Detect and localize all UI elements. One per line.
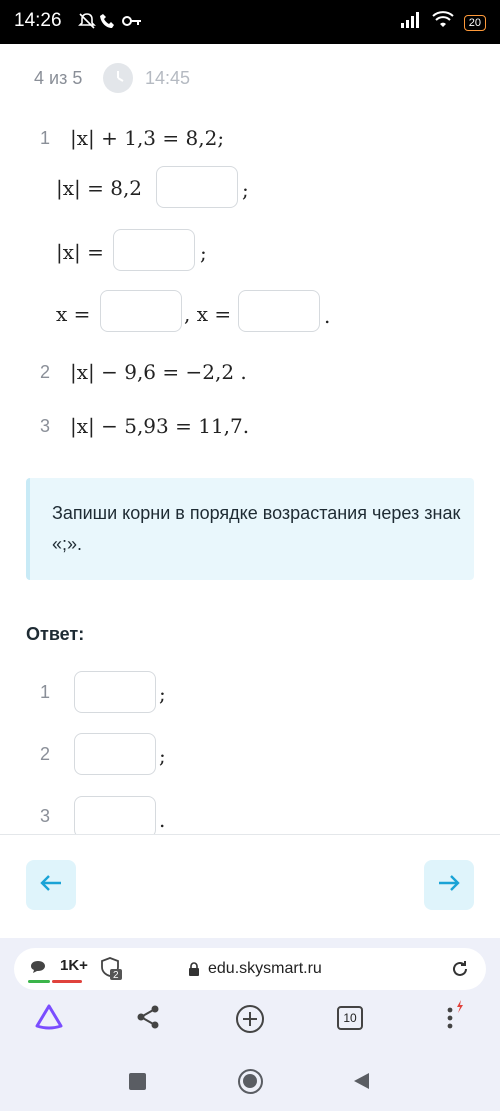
step3-input-first[interactable] [100, 290, 182, 332]
answer-end-3: . [159, 808, 166, 832]
answer-input-3[interactable] [74, 796, 156, 834]
task-number-2: 2 [40, 362, 51, 382]
step3-separator: , x = [184, 302, 232, 326]
step3-period: . [324, 304, 331, 328]
answer-end-2: ; [159, 744, 166, 768]
step1-expression: |x| = 8,2 [56, 176, 143, 200]
alice-icon[interactable] [34, 1002, 64, 1037]
tab-badge: 2 [113, 970, 119, 981]
forward-button[interactable] [424, 860, 474, 910]
likes-bar-red [52, 980, 82, 983]
step2-input[interactable] [113, 229, 195, 271]
answer-input-1[interactable] [74, 671, 156, 713]
divider [0, 834, 500, 835]
status-time: 14:26 [14, 10, 62, 31]
home-button[interactable] [238, 1069, 263, 1094]
arrow-right-icon [437, 874, 461, 897]
menu-icon[interactable] [440, 998, 468, 1037]
step2-expression: |x| = [56, 240, 104, 264]
answer-end-1: ; [159, 682, 166, 706]
step1-semicolon: ; [242, 178, 249, 202]
step3-input-second[interactable] [238, 290, 320, 332]
equation-3: |x| − 5,93 = 11,7. [70, 414, 250, 438]
equation-1: |x| + 1,3 = 8,2; [70, 126, 225, 150]
address-bar[interactable]: 1K+ 2 edu.skysmart.ru [14, 948, 486, 990]
url-text[interactable]: edu.skysmart.ru [208, 960, 322, 978]
new-tab-icon[interactable] [234, 1003, 266, 1040]
answer-number-2: 2 [40, 744, 51, 764]
answer-number-3: 3 [40, 806, 51, 826]
share-icon[interactable] [135, 1004, 161, 1035]
mute-icon [78, 11, 96, 31]
answer-number-1: 1 [40, 682, 51, 702]
phone-icon [100, 11, 116, 31]
equation-2: |x| − 9,6 = −2,2 . [70, 360, 247, 384]
status-bar: 14:26 20 [0, 0, 500, 44]
task-header: 4 из 5 14:45 [0, 44, 500, 114]
task-number-1: 1 [40, 128, 51, 148]
hint-box: Запиши корни в порядке возрастания через… [26, 478, 474, 580]
timer: 14:45 [145, 68, 191, 88]
answer-input-2[interactable] [74, 733, 156, 775]
arrow-left-icon [39, 874, 63, 897]
recents-button[interactable] [129, 1073, 146, 1090]
lock-icon [188, 962, 200, 981]
likes-count: 1K+ [60, 957, 88, 974]
wifi-icon [432, 11, 454, 34]
step2-semicolon: ; [200, 241, 207, 265]
hint-text: Запиши корни в порядке возрастания через… [52, 503, 461, 554]
tabs-count-button[interactable]: 10 [337, 1006, 363, 1030]
comment-icon [30, 960, 46, 979]
step3-expression: x = [56, 302, 91, 326]
back-nav-button[interactable] [352, 1072, 370, 1095]
browser-bar: 1K+ 2 edu.skysmart.ru 10 [0, 938, 500, 1050]
shield-icon[interactable]: 2 [98, 956, 124, 987]
reload-icon[interactable] [450, 959, 470, 984]
answer-title: Ответ: [26, 624, 85, 644]
exercise-content: 1 |x| + 1,3 = 8,2; |x| = 8,2 ; |x| = ; x… [0, 114, 500, 834]
likes-bar-green [28, 980, 50, 983]
clock-icon [103, 63, 133, 93]
battery-level: 20 [468, 16, 481, 29]
home-dot [243, 1074, 257, 1088]
battery-icon: 20 [463, 14, 486, 31]
key-icon [122, 11, 142, 31]
task-progress: 4 из 5 [34, 68, 83, 88]
back-button[interactable] [26, 860, 76, 910]
signal-icon [400, 11, 422, 34]
step1-input[interactable] [156, 166, 238, 208]
tabs-count: 10 [343, 1011, 357, 1025]
task-number-3: 3 [40, 416, 51, 436]
system-nav-bar [0, 1050, 500, 1111]
